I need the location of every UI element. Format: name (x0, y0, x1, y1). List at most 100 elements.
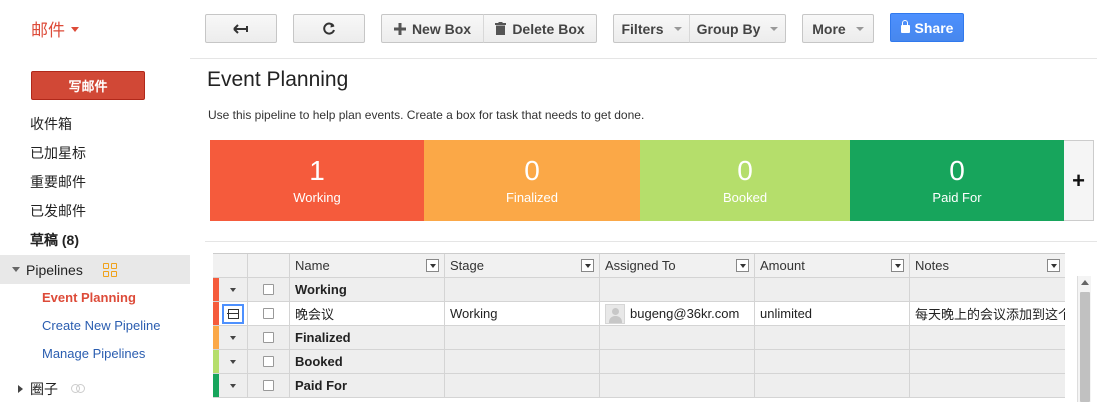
back-button[interactable] (205, 14, 277, 43)
group-empty-cell (600, 374, 755, 397)
cell-stage[interactable]: Working (445, 302, 600, 325)
sidebar-folder-item[interactable]: 重要邮件 (0, 168, 190, 197)
row-checkbox[interactable] (263, 308, 274, 319)
collapse-arrow-icon (230, 359, 236, 364)
more-button[interactable]: More (802, 14, 874, 43)
cell-assigned-value: bugeng@36kr.com (630, 306, 740, 321)
group-name: Paid For (290, 374, 445, 397)
cell-assigned[interactable]: bugeng@36kr.com (600, 302, 755, 325)
column-menu-icon[interactable] (581, 259, 594, 272)
add-stage-button[interactable]: + (1064, 140, 1094, 221)
group-row[interactable]: Paid For (213, 374, 1065, 398)
share-button[interactable]: Share (890, 13, 964, 42)
column-header[interactable]: Amount (755, 254, 910, 277)
cell-amount[interactable]: unlimited (755, 302, 910, 325)
cell-name[interactable]: 晚会议 (290, 302, 445, 325)
circles-icon (71, 383, 85, 394)
group-empty-cell (910, 374, 1065, 397)
stage-tile[interactable]: 0 Paid For (850, 140, 1064, 221)
stage-count: 1 (309, 155, 325, 186)
group-empty-cell (910, 326, 1065, 349)
group-row[interactable]: Working (213, 278, 1065, 302)
stage-name: Working (293, 190, 341, 205)
caret-down-icon (855, 26, 864, 31)
column-header[interactable]: Notes (910, 254, 1065, 277)
share-label: Share (914, 19, 954, 36)
cell-notes-value: 每天晚上的会议添加到这个 (915, 307, 1065, 322)
column-header-label: Stage (450, 258, 484, 273)
vertical-scrollbar[interactable] (1077, 276, 1091, 402)
expand-right-icon[interactable] (18, 384, 23, 393)
scroll-up-icon[interactable] (1080, 280, 1089, 285)
group-checkbox-cell (248, 374, 290, 397)
group-empty-cell (600, 278, 755, 301)
pipelines-grid-icon[interactable] (102, 262, 117, 277)
group-collapse-toggle[interactable] (219, 326, 248, 349)
group-empty-cell (445, 326, 600, 349)
caret-down-icon (71, 27, 79, 32)
column-menu-icon[interactable] (426, 259, 439, 272)
cell-amount-value: unlimited (760, 306, 813, 321)
group-empty-cell (600, 350, 755, 373)
column-menu-icon[interactable] (736, 259, 749, 272)
group-checkbox[interactable] (263, 380, 274, 391)
cell-notes[interactable]: 每天晚上的会议添加到这个 (910, 302, 1065, 325)
filters-button[interactable]: Filters (613, 14, 690, 43)
stage-tile[interactable]: 1 Working (210, 140, 424, 221)
toolbar-divider (190, 58, 1097, 59)
group-by-button[interactable]: Group By (689, 14, 786, 43)
group-checkbox-cell (248, 326, 290, 349)
new-box-button[interactable]: New Box (381, 14, 484, 43)
sidebar-folder-item[interactable]: 草稿 (8) (0, 226, 190, 255)
plus-icon (393, 22, 406, 35)
stage-name: Booked (722, 190, 768, 205)
stage-tile[interactable]: 0 Finalized (424, 140, 640, 221)
stage-tile[interactable]: 0 Booked (640, 140, 850, 221)
stage-name: Finalized (505, 190, 559, 205)
refresh-button[interactable] (293, 14, 365, 43)
cell-name-value: 晚会议 (295, 307, 335, 322)
compose-button[interactable]: 写邮件 (31, 71, 145, 100)
column-header[interactable]: Name (290, 254, 445, 277)
sidebar-folder-item[interactable]: 已加星标 (0, 139, 190, 168)
group-collapse-toggle[interactable] (219, 350, 248, 373)
sidebar-pipeline-link[interactable]: Create New Pipeline (0, 312, 190, 340)
open-box-button[interactable] (222, 303, 244, 324)
column-menu-icon[interactable] (1047, 259, 1060, 272)
scrollbar-thumb[interactable] (1080, 292, 1090, 402)
column-header[interactable]: Stage (445, 254, 600, 277)
stage-name: Paid For (932, 190, 982, 205)
stage-count: 0 (737, 155, 753, 186)
sidebar-folder-item[interactable]: 收件箱 (0, 110, 190, 139)
delete-box-label: Delete Box (512, 20, 585, 37)
group-checkbox[interactable] (263, 332, 274, 343)
column-header[interactable]: Assigned To (600, 254, 755, 277)
group-row[interactable]: Booked (213, 350, 1065, 374)
group-empty-cell (755, 374, 910, 397)
group-collapse-toggle[interactable] (219, 278, 248, 301)
delete-box-button[interactable]: Delete Box (483, 14, 597, 43)
group-checkbox-cell (248, 350, 290, 373)
group-checkbox[interactable] (263, 356, 274, 367)
group-collapse-toggle[interactable] (219, 374, 248, 397)
refresh-icon (323, 22, 335, 34)
stage-summary: 1 Working 0 Finalized 0 Booked 0 Paid For (210, 140, 1064, 221)
group-checkbox[interactable] (263, 284, 274, 295)
sidebar-folder-item[interactable]: 已发邮件 (0, 197, 190, 226)
group-row[interactable]: Finalized (213, 326, 1065, 350)
expand-down-icon[interactable] (12, 267, 20, 272)
column-menu-icon[interactable] (891, 259, 904, 272)
new-box-label: New Box (411, 20, 472, 37)
page-title: Event Planning (207, 68, 349, 91)
app-switcher[interactable]: 邮件 (31, 16, 79, 41)
sidebar-item-pipelines[interactable]: Pipelines (0, 255, 190, 284)
folder-nav: 收件箱 已加星标 重要邮件 已发邮件 草稿 (8) Pipelines Event Pl… (0, 110, 190, 403)
group-name: Booked (290, 350, 445, 373)
stage-count: 0 (949, 155, 965, 186)
sidebar-pipeline-link[interactable]: Event Planning (0, 284, 190, 312)
group-empty-cell (445, 350, 600, 373)
sidebar-pipeline-link[interactable]: Manage Pipelines (0, 340, 190, 368)
table-row[interactable]: 晚会议 Working bugeng@36kr.com unlimited 每天晚上的会… (213, 302, 1065, 326)
sidebar-item-circles[interactable]: 圈子 (0, 374, 190, 403)
column-header-label: Name (295, 258, 330, 273)
